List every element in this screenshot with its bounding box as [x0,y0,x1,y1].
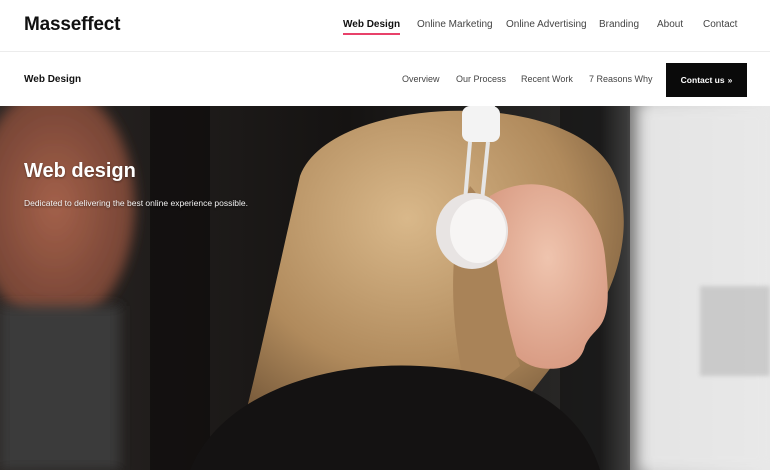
nav-online-advertising[interactable]: Online Advertising [506,19,587,30]
nav-online-marketing[interactable]: Online Marketing [417,19,493,30]
nav-web-design[interactable]: Web Design [343,19,401,35]
top-header: Masseffect Web Design Online Marketing O… [0,0,770,52]
subnav-our-process[interactable]: Our Process [456,74,506,84]
nav-label: Web Design [343,19,401,30]
nav-contact[interactable]: Contact [703,19,737,30]
section-subheader: Web Design Overview Our Process Recent W… [0,52,770,106]
contact-us-label: Contact us [680,75,725,85]
hero-title: Web design [24,160,136,182]
hero-subtitle: Dedicated to delivering the best online … [24,198,248,208]
contact-us-button[interactable]: Contact us » [666,63,747,97]
section-title: Web Design [24,74,82,85]
hero-banner: Web design Dedicated to delivering the b… [0,106,770,470]
main-nav: Web Design Online Marketing Online Adver… [0,19,770,39]
subnav-recent-work[interactable]: Recent Work [521,74,573,84]
page: Masseffect Web Design Online Marketing O… [0,0,770,470]
subnav-7-reasons-why[interactable]: 7 Reasons Why [589,74,653,84]
double-chevron-right-icon: » [727,75,733,85]
subnav-overview[interactable]: Overview [402,74,440,84]
nav-about[interactable]: About [657,19,683,30]
active-indicator [343,33,401,35]
nav-branding[interactable]: Branding [599,19,639,30]
